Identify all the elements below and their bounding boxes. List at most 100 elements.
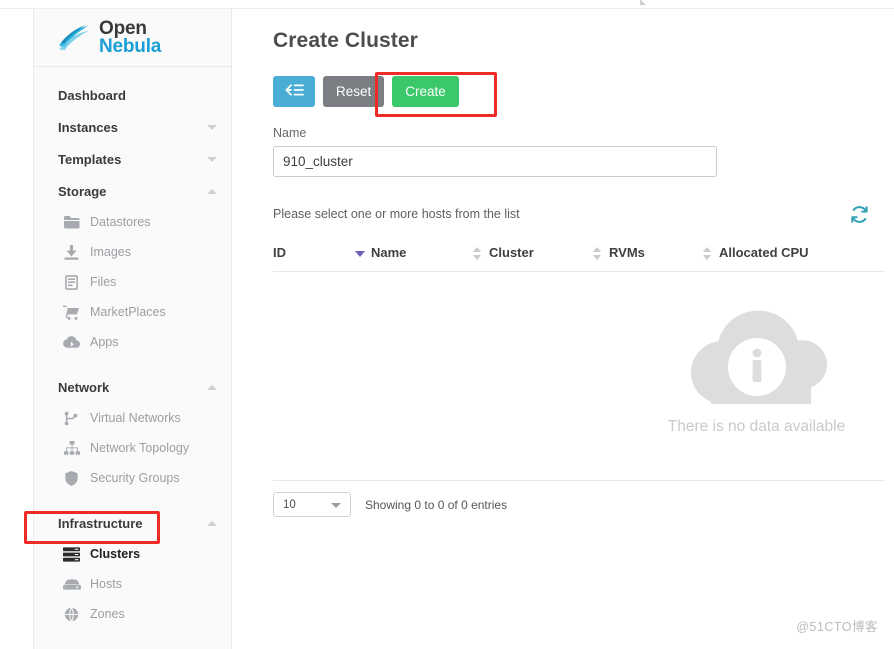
server-icon [62,576,81,592]
sidebar-item-files[interactable]: Files [34,267,231,297]
hosts-empty-row: There is no data available [273,272,885,471]
reset-button[interactable]: Reset [323,76,384,107]
sort-both-icon [471,246,485,260]
column-header-allocated-cpu[interactable]: Allocated CPU [671,245,885,272]
cloud-info-icon [687,306,827,410]
sidebar-section-storage-label: Storage [58,184,106,199]
column-header-rvms-label: RVMs [609,245,645,260]
opennebula-logo-icon [56,23,94,53]
sidebar-nav: Dashboard Instances Templates Storage [34,67,231,649]
create-button[interactable]: Create [392,76,459,107]
main-content: Create Cluster Reset Create Name [232,9,894,649]
sidebar-item-images[interactable]: Images [34,237,231,267]
sidebar-section-templates[interactable]: Templates [34,143,231,175]
sidebar-item-datastores[interactable]: Datastores [34,207,231,237]
sidebar-item-clusters[interactable]: Clusters [34,539,231,569]
network-fork-icon [62,410,81,426]
chevron-down-icon [331,503,341,508]
sidebar-section-network-label: Network [58,380,109,395]
file-archive-icon [62,274,81,290]
chevron-down-icon [207,125,217,130]
name-input[interactable] [273,146,717,177]
sidebar-item-dashboard-label: Dashboard [58,88,126,103]
sidebar-item-clusters-label: Clusters [90,547,140,561]
table-footer: 10 Showing 0 to 0 of 0 entries [273,480,885,517]
page-size-select[interactable]: 10 [273,492,351,517]
column-header-rvms[interactable]: RVMs [561,245,671,272]
sidebar-item-virtual-networks-label: Virtual Networks [90,411,181,425]
cloud-download-icon [62,334,81,350]
hosts-table-header-row: ID Name Cluster [273,245,885,272]
globe-icon [62,606,81,622]
folder-icon [62,214,81,230]
shield-icon [62,470,81,486]
back-button[interactable] [273,76,315,107]
cart-icon [62,304,81,320]
refresh-icon[interactable] [848,203,870,225]
empty-state-text: There is no data available [668,418,846,436]
browser-chrome-strip: ◣ [0,0,894,9]
application-window: ◣ Open Nebula Dashboard I [0,0,894,649]
sort-desc-icon [353,246,367,260]
sidebar: Open Nebula Dashboard Instances Template… [33,9,232,649]
sidebar-item-hosts-label: Hosts [90,577,122,591]
chevron-down-icon [207,157,217,162]
nav-spacer [34,493,231,507]
sidebar-section-infrastructure[interactable]: Infrastructure [34,507,231,539]
column-header-cluster[interactable]: Cluster [441,245,561,272]
empty-state: There is no data available [273,272,885,470]
sitemap-icon [62,440,81,456]
showing-entries-text: Showing 0 to 0 of 0 entries [365,498,507,512]
hosts-empty-cell: There is no data available [273,272,885,471]
nav-spacer [34,357,231,371]
column-header-id[interactable]: ID [273,245,323,272]
hosts-table-head: ID Name Cluster [273,245,885,272]
hosts-hint-text: Please select one or more hosts from the… [273,207,520,221]
sidebar-item-apps[interactable]: Apps [34,327,231,357]
sidebar-item-apps-label: Apps [90,335,119,349]
brand-logo[interactable]: Open Nebula [34,9,231,67]
hosts-table: ID Name Cluster [273,245,885,470]
chevron-up-icon [207,385,217,390]
brand-line-2: Nebula [99,38,161,55]
sidebar-item-zones[interactable]: Zones [34,599,231,629]
form-toolbar: Reset Create [232,53,894,108]
column-header-allocated-cpu-label: Allocated CPU [719,245,809,260]
server-stack-icon [62,546,81,562]
brand-line-1: Open [99,20,161,37]
chrome-cursor-artifact: ◣ [640,0,654,5]
sidebar-item-datastores-label: Datastores [90,215,150,229]
sidebar-section-instances[interactable]: Instances [34,111,231,143]
column-header-cluster-label: Cluster [489,245,534,260]
sort-both-icon [701,246,715,260]
sidebar-item-hosts[interactable]: Hosts [34,569,231,599]
sidebar-section-instances-label: Instances [58,120,118,135]
sidebar-section-storage[interactable]: Storage [34,175,231,207]
sidebar-item-virtual-networks[interactable]: Virtual Networks [34,403,231,433]
hosts-hint-row: Please select one or more hosts from the… [232,177,894,225]
sidebar-item-zones-label: Zones [90,607,125,621]
hosts-table-body: There is no data available [273,272,885,471]
sidebar-section-network[interactable]: Network [34,371,231,403]
sidebar-item-network-topology[interactable]: Network Topology [34,433,231,463]
sidebar-section-templates-label: Templates [58,152,121,167]
brand-wordmark: Open Nebula [99,20,161,55]
download-icon [62,244,81,260]
sidebar-section-system[interactable]: System [34,643,231,649]
name-field-label: Name [273,126,894,140]
sort-both-icon [591,246,605,260]
column-header-name-label: Name [371,245,406,260]
column-header-name[interactable]: Name [323,245,441,272]
sidebar-item-security-groups[interactable]: Security Groups [34,463,231,493]
sidebar-item-files-label: Files [90,275,116,289]
sidebar-item-marketplaces-label: MarketPlaces [90,305,166,319]
page-size-value: 10 [283,499,296,511]
sidebar-item-dashboard[interactable]: Dashboard [34,79,231,111]
watermark: @51CTO博客 [796,616,878,635]
sidebar-item-security-groups-label: Security Groups [90,471,180,485]
sidebar-item-network-topology-label: Network Topology [90,441,189,455]
chevron-up-icon [207,521,217,526]
column-header-id-label: ID [273,245,286,260]
cluster-form: Name [232,108,894,177]
sidebar-item-marketplaces[interactable]: MarketPlaces [34,297,231,327]
